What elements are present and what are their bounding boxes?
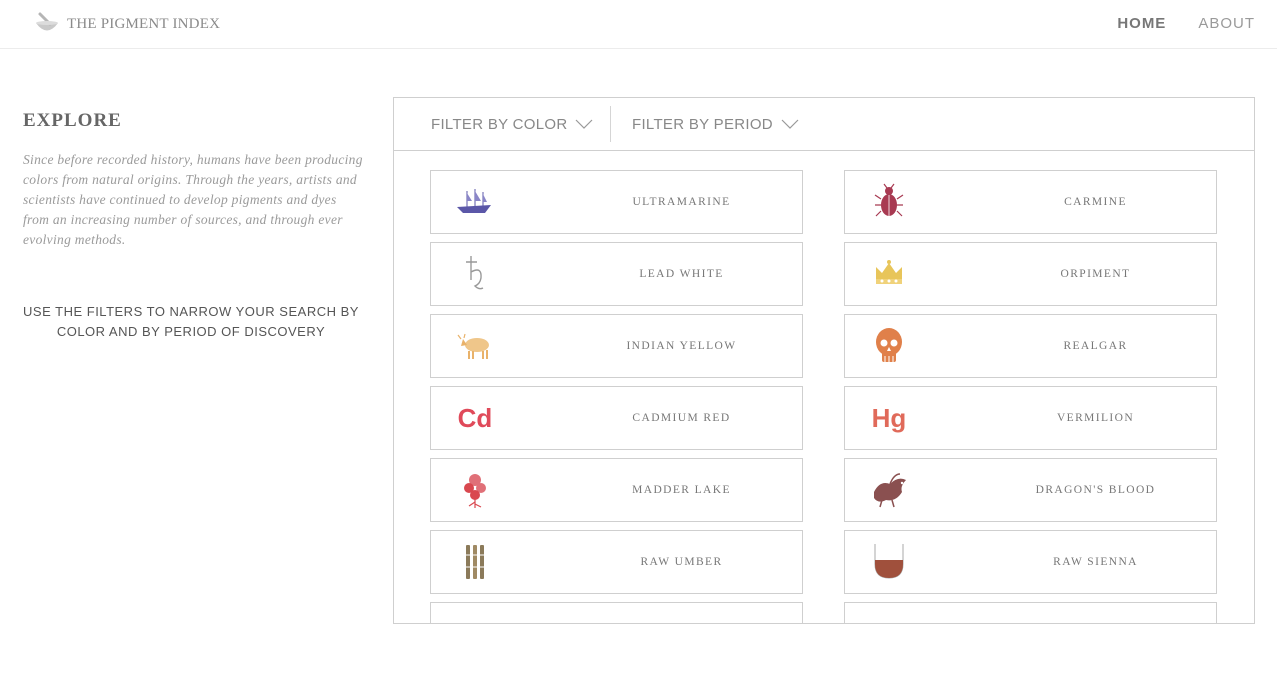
pigment-card-ultramarine[interactable]: ULTRAMARINE	[430, 170, 803, 234]
pigment-card-partial[interactable]	[844, 602, 1217, 623]
pigment-name: INDIAN YELLOW	[626, 340, 737, 352]
brushes-icon	[453, 542, 497, 582]
explore-description: Since before recorded history, humans ha…	[23, 152, 363, 247]
pigment-panel: FILTER BY COLOR FILTER BY PERIOD ULTRAMA…	[393, 97, 1255, 624]
site-logo[interactable]: THE PIGMENT INDEX	[33, 10, 220, 38]
ship-icon	[453, 182, 497, 222]
main-nav: HOME ABOUT	[1085, 15, 1255, 32]
nav-home-link[interactable]: HOME	[1117, 15, 1166, 32]
chevron-down-icon	[576, 119, 593, 129]
pigment-name: LEAD WHITE	[639, 268, 724, 280]
pigment-name: RAW UMBER	[640, 556, 723, 568]
pigment-card-cadmium-red[interactable]: Cd CADMIUM RED	[430, 386, 803, 450]
pigment-name: RAW SIENNA	[1053, 556, 1138, 568]
dragon-icon	[867, 470, 911, 510]
pigment-name: DRAGON'S BLOOD	[1035, 484, 1156, 496]
pigment-card-partial[interactable]	[430, 602, 803, 623]
filter-hint-line-2: COLOR AND BY PERIOD OF DISCOVERY	[56, 324, 326, 339]
pigment-card-lead-white[interactable]: LEAD WHITE	[430, 242, 803, 306]
cd-element-icon: Cd	[453, 398, 497, 438]
crown-icon	[867, 254, 911, 294]
filter-by-color-label: FILTER BY COLOR	[431, 115, 568, 133]
pigment-card-carmine[interactable]: CARMINE	[844, 170, 1217, 234]
filter-hint: USE THE FILTERS TO NARROW YOUR SEARCH BY…	[23, 302, 359, 342]
pigment-name: ULTRAMARINE	[632, 196, 731, 208]
partial-blue-icon	[867, 614, 911, 623]
logo-text: THE PIGMENT INDEX	[67, 15, 221, 32]
pigment-card-raw-umber[interactable]: RAW UMBER	[430, 530, 803, 594]
pigment-card-realgar[interactable]: REALGAR	[844, 314, 1217, 378]
beetle-icon	[867, 182, 911, 222]
filter-by-period-dropdown[interactable]: FILTER BY PERIOD	[632, 98, 799, 150]
element-symbol: Hg	[871, 402, 907, 433]
top-header: THE PIGMENT INDEX HOME ABOUT	[0, 0, 1277, 49]
filter-divider	[610, 106, 611, 142]
explore-heading: EXPLORE	[23, 110, 122, 131]
saturn-symbol-icon	[453, 254, 497, 294]
filter-by-period-label: FILTER BY PERIOD	[632, 115, 773, 133]
pigment-name: REALGAR	[1063, 340, 1128, 352]
cup-icon	[867, 542, 911, 582]
chevron-down-icon	[781, 119, 799, 129]
filter-hint-line-1: USE THE FILTERS TO NARROW YOUR SEARCH BY	[23, 304, 359, 319]
element-symbol: Cd	[457, 402, 493, 433]
pigment-name	[975, 603, 1216, 623]
pigment-name: CARMINE	[1064, 196, 1127, 208]
pigment-card-madder-lake[interactable]: MADDER LAKE	[430, 458, 803, 522]
partial-icon	[453, 614, 497, 623]
pigment-name	[561, 603, 802, 623]
mortar-pestle-icon	[36, 12, 58, 31]
pigment-name: VERMILION	[1056, 412, 1135, 424]
skull-icon	[867, 326, 911, 366]
pigment-card-vermilion[interactable]: Hg VERMILION	[844, 386, 1217, 450]
pigment-card-indian-yellow[interactable]: INDIAN YELLOW	[430, 314, 803, 378]
hg-element-icon: Hg	[867, 398, 911, 438]
filter-bar: FILTER BY COLOR FILTER BY PERIOD	[394, 98, 1254, 151]
pigment-name: MADDER LAKE	[632, 484, 731, 496]
pigment-card-raw-sienna[interactable]: RAW SIENNA	[844, 530, 1217, 594]
pigment-card-orpiment[interactable]: ORPIMENT	[844, 242, 1217, 306]
madder-flower-icon	[453, 470, 497, 510]
nav-about-link[interactable]: ABOUT	[1198, 15, 1255, 32]
cow-icon	[453, 326, 497, 366]
filter-by-color-dropdown[interactable]: FILTER BY COLOR	[431, 98, 593, 150]
pigment-card-dragons-blood[interactable]: DRAGON'S BLOOD	[844, 458, 1217, 522]
pigment-name: ORPIMENT	[1060, 268, 1131, 280]
pigment-name: CADMIUM RED	[632, 412, 731, 424]
